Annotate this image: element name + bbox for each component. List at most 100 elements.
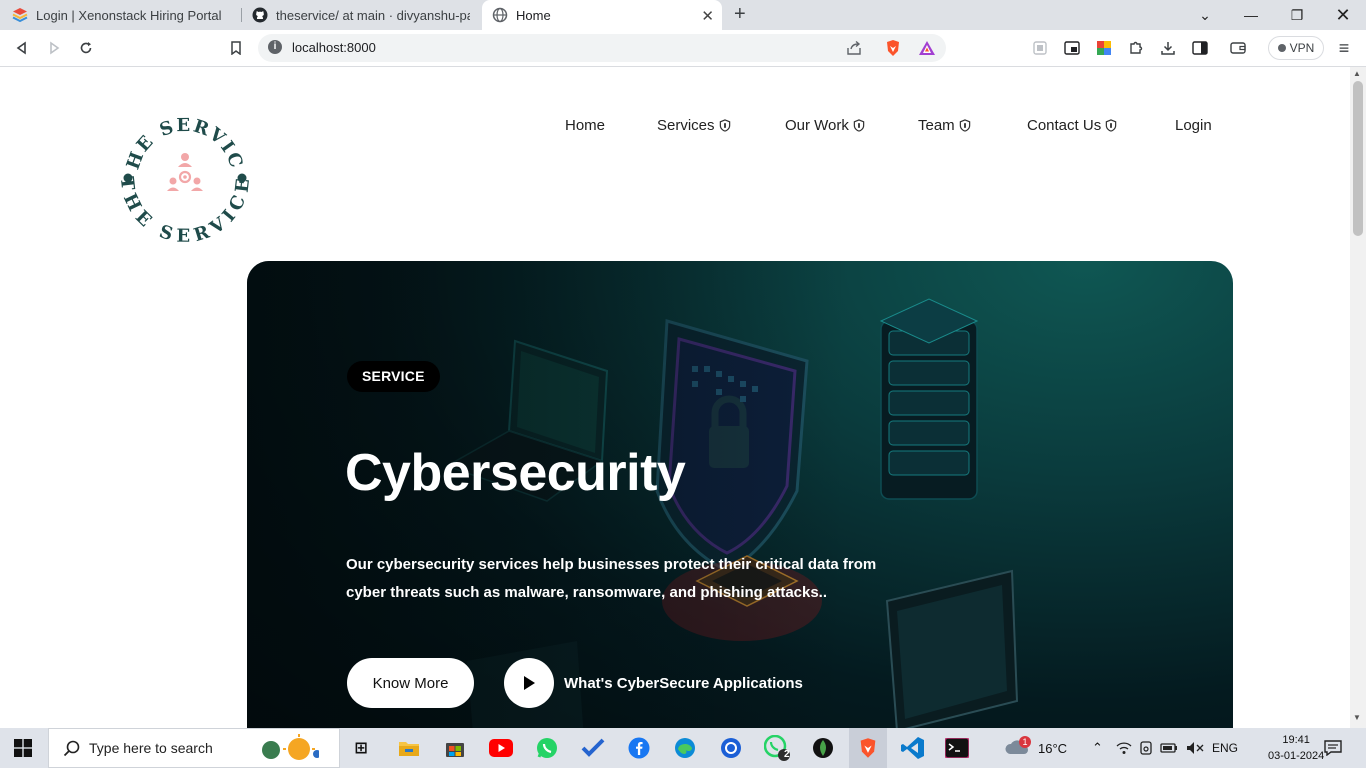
nav-login[interactable]: Login: [1175, 117, 1212, 134]
svg-text:THE SERVICE: THE SERVICE: [118, 111, 247, 172]
network-icon[interactable]: [1116, 728, 1132, 768]
battery-icon[interactable]: [1160, 728, 1178, 768]
shield-icon: [1105, 119, 1117, 132]
mongodb-icon[interactable]: [809, 734, 837, 762]
nav-label: Contact Us: [1027, 117, 1102, 134]
minimize-icon[interactable]: —: [1228, 0, 1274, 30]
volume-muted-icon[interactable]: [1186, 728, 1204, 768]
server-tower-illustration: [879, 298, 979, 500]
taskbar-search-box[interactable]: Type here to search: [48, 728, 340, 768]
site-logo[interactable]: THE SERVICE THE SERVICE: [110, 95, 252, 247]
edge-icon[interactable]: [671, 734, 699, 762]
close-tab-icon[interactable]: ✕: [701, 7, 714, 25]
globe-icon: [492, 7, 508, 23]
nav-our-work[interactable]: Our Work: [785, 117, 865, 134]
notifications-icon[interactable]: [1324, 728, 1342, 768]
windows-taskbar: Type here to search ⊞ 2 1 16°C ⌃ ENG 19:…: [0, 728, 1366, 768]
shield-icon: [719, 119, 730, 132]
tray-chevron-up-icon[interactable]: ⌃: [1092, 728, 1103, 768]
hero-banner: SERVICE Cybersecurity Our cybersecurity …: [247, 261, 1233, 728]
whatsapp-icon[interactable]: [533, 734, 561, 762]
scrollbar-thumb[interactable]: [1353, 81, 1363, 236]
tab-title: Home: [516, 7, 551, 23]
brave-taskbar-icon[interactable]: [849, 728, 887, 768]
picture-in-picture-icon[interactable]: [1060, 36, 1084, 60]
nav-services[interactable]: Services: [657, 117, 731, 134]
browser-tab-home[interactable]: Home ✕: [482, 0, 722, 30]
brave-rewards-icon[interactable]: [918, 39, 936, 62]
hero-title: Cybersecurity: [345, 444, 686, 502]
tab-search-chevron-icon[interactable]: ⌄: [1182, 0, 1228, 30]
nav-label: Our Work: [785, 117, 849, 134]
restore-icon[interactable]: ❐: [1274, 0, 1320, 30]
scroll-down-icon[interactable]: ▼: [1353, 713, 1361, 722]
bookmark-icon[interactable]: [224, 36, 248, 60]
new-tab-icon[interactable]: +: [734, 3, 746, 26]
browser-tab-xenonstack[interactable]: Login | Xenonstack Hiring Portal: [2, 0, 240, 30]
vscode-icon[interactable]: [899, 734, 927, 762]
vpn-label: VPN: [1289, 41, 1315, 55]
share-icon[interactable]: [846, 40, 862, 61]
shield-icon: [853, 119, 865, 132]
logo-text-bottom: THE SERVICE: [116, 176, 252, 247]
nav-label: Login: [1175, 117, 1212, 134]
monitor-illustration: [885, 569, 1019, 728]
search-icon: [63, 740, 80, 757]
logo-text-top: THE SERVICE: [110, 95, 245, 172]
device-icon[interactable]: [1139, 728, 1153, 768]
layers-icon: [12, 7, 28, 23]
close-window-icon[interactable]: ✕: [1320, 0, 1366, 30]
shield-icon: [959, 119, 970, 132]
file-explorer-icon[interactable]: [395, 734, 423, 762]
sidebar-icon[interactable]: [1188, 36, 1212, 60]
whatsapp-business-icon[interactable]: 2: [763, 734, 791, 762]
nav-home[interactable]: Home: [565, 117, 605, 134]
page-scrollbar[interactable]: ▲ ▼: [1350, 67, 1366, 728]
facebook-icon[interactable]: [625, 734, 653, 762]
vpn-status-icon: [1277, 44, 1286, 52]
nav-contact-us[interactable]: Contact Us: [1027, 117, 1117, 134]
reload-icon[interactable]: [74, 36, 98, 60]
system-clock[interactable]: 19:41 03-01-2024: [1268, 732, 1324, 764]
task-view-icon[interactable]: ⊞: [347, 734, 375, 762]
microsoft-store-icon[interactable]: [441, 734, 469, 762]
browser-blue-icon[interactable]: [717, 734, 745, 762]
youtube-icon[interactable]: [487, 734, 515, 762]
tab-title: theservice/ at main · divyanshu-pal/th: [276, 7, 470, 23]
vpn-button[interactable]: VPN: [1268, 36, 1324, 60]
github-icon: [252, 7, 268, 23]
weather-widget[interactable]: 1 16°C: [1004, 728, 1067, 768]
browser-tab-github[interactable]: theservice/ at main · divyanshu-pal/th: [242, 0, 480, 30]
play-icon: [524, 676, 535, 690]
web-page: THE SERVICE THE SERVICE Home: [0, 67, 1350, 728]
wallet-icon[interactable]: [1226, 36, 1250, 60]
scroll-up-icon[interactable]: ▲: [1353, 69, 1361, 78]
puzzle-extensions-icon[interactable]: [1124, 36, 1148, 60]
hero-description: Our cybersecurity services help business…: [346, 556, 877, 601]
menu-icon[interactable]: ≡: [1332, 36, 1356, 60]
nav-label: Services: [657, 117, 715, 134]
svg-text:THE SERVICE: THE SERVICE: [118, 176, 252, 245]
brave-shield-icon[interactable]: [884, 39, 902, 62]
weather-temperature: 16°C: [1038, 740, 1068, 756]
address-bar[interactable]: i localhost:8000: [258, 34, 946, 62]
clock-date: 03-01-2024: [1268, 750, 1325, 762]
todo-checkmark-icon[interactable]: [579, 734, 607, 762]
forward-icon[interactable]: [42, 36, 66, 60]
terminal-icon[interactable]: [943, 734, 971, 762]
back-icon[interactable]: [10, 36, 34, 60]
extension-grid-icon[interactable]: [1028, 36, 1052, 60]
clock-time: 19:41: [1282, 734, 1310, 746]
site-info-icon[interactable]: i: [268, 40, 282, 54]
color-extension-icon[interactable]: [1092, 36, 1116, 60]
video-link-label[interactable]: What's CyberSecure Applications: [564, 675, 803, 692]
windows-start-icon[interactable]: [14, 739, 32, 757]
language-indicator[interactable]: ENG: [1212, 728, 1238, 768]
nav-team[interactable]: Team: [918, 117, 971, 134]
know-more-button[interactable]: Know More: [347, 658, 474, 708]
nav-label: Team: [918, 117, 955, 134]
browser-toolbar: i localhost:8000 VPN ≡: [0, 30, 1366, 67]
download-icon[interactable]: [1156, 36, 1180, 60]
browser-tab-strip: Login | Xenonstack Hiring Portal theserv…: [0, 0, 1366, 30]
play-video-button[interactable]: [504, 658, 554, 708]
